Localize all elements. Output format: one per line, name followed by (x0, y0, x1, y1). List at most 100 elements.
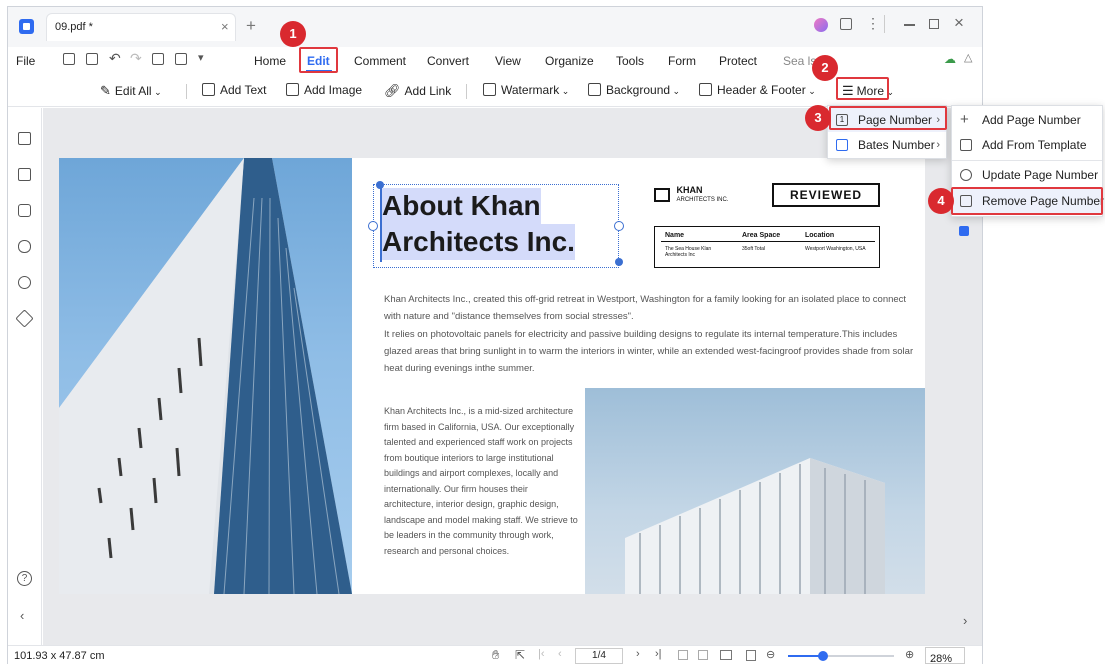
page-number-highlight (829, 106, 947, 130)
maximize-icon[interactable] (929, 19, 939, 29)
menu-view[interactable]: View (495, 54, 521, 68)
view-mode-icon[interactable] (720, 650, 732, 660)
message-icon[interactable] (840, 18, 852, 30)
collapse-sidebar-icon[interactable]: ‹ (20, 608, 24, 623)
watermark-icon (483, 83, 496, 96)
comment-icon[interactable] (18, 204, 31, 217)
khan-logo: KHAN ARCHITECTS INC. (654, 186, 729, 204)
select-tool-icon[interactable]: ⇱ (515, 648, 525, 662)
menu-protect[interactable]: Protect (719, 54, 757, 68)
pen-icon: ✎ (100, 83, 111, 98)
avatar[interactable] (814, 18, 828, 32)
selection-handle[interactable] (615, 258, 623, 266)
add-page-number-label: Add Page Number (982, 113, 1081, 127)
page-thumbnail-icon[interactable] (18, 132, 31, 145)
add-image-button[interactable]: Add Image (286, 83, 362, 97)
background-button[interactable]: Background ⌄ (588, 83, 680, 97)
email-icon[interactable] (175, 53, 187, 65)
redo-icon[interactable]: ↷ (130, 50, 142, 67)
add-text-label: Add Text (220, 83, 267, 97)
paragraph-2[interactable]: It relies on photovoltaic panels for ele… (384, 326, 919, 377)
menu-item-update-page-number[interactable]: Update Page Number (952, 163, 1102, 187)
step-badge-2: 2 (812, 55, 838, 81)
save-icon[interactable] (63, 53, 75, 65)
remove-page-number-highlight (951, 187, 1103, 215)
menu-form[interactable]: Form (668, 54, 696, 68)
watermark-button[interactable]: Watermark ⌄ (483, 83, 569, 97)
undo-icon[interactable]: ↶ (109, 50, 121, 67)
heading[interactable]: About Khan Architects Inc. (382, 188, 575, 260)
resize-handle-right[interactable] (614, 221, 624, 231)
building-photo-2 (585, 388, 925, 594)
paragraph-3[interactable]: Khan Architects Inc., is a mid-sized arc… (384, 404, 579, 559)
last-page-icon[interactable]: ›| (655, 648, 662, 660)
add-text-button[interactable]: Add Text (202, 83, 266, 97)
menu-organize[interactable]: Organize (545, 54, 594, 68)
bookmark-icon[interactable] (18, 168, 31, 181)
menu-item-bates-number[interactable]: Bates Number › (828, 133, 946, 157)
edit-indicator-icon (959, 226, 969, 236)
prev-page-icon[interactable]: ‹ (558, 648, 562, 660)
menu-item-add-from-template[interactable]: Add From Template (952, 133, 1102, 157)
menu-item-add-page-number[interactable]: + Add Page Number (952, 108, 1102, 132)
close-tab-icon[interactable]: × (221, 19, 229, 34)
heading-line-2: Architects Inc. (382, 224, 575, 260)
more-vertical-icon[interactable]: ⋮ (866, 15, 880, 32)
search-icon[interactable] (18, 276, 31, 289)
text-icon (202, 83, 215, 96)
plus-icon: + (960, 111, 969, 128)
collapse-ribbon-icon[interactable]: △ (964, 51, 972, 64)
paragraph-1[interactable]: Khan Architects Inc., created this off-g… (384, 291, 919, 325)
header-footer-button[interactable]: Header & Footer ⌄ (699, 83, 816, 97)
watermark-label: Watermark (501, 83, 560, 97)
zoom-out-icon[interactable]: ⊖ (766, 648, 775, 661)
zoom-level-select[interactable]: 28% ⌄ (925, 647, 965, 664)
menu-file[interactable]: File (16, 54, 35, 68)
first-page-icon[interactable]: |‹ (538, 648, 545, 660)
print-icon[interactable] (86, 53, 98, 65)
resize-handle-left[interactable] (368, 221, 378, 231)
pdf-page: About Khan Architects Inc. KHAN ARCHITECT… (59, 158, 925, 594)
edit-all-button[interactable]: ✎ Edit All ⌄ (100, 83, 162, 99)
layers-icon[interactable] (15, 309, 34, 328)
menu-tools[interactable]: Tools (616, 54, 644, 68)
background-icon (588, 83, 601, 96)
next-page-icon[interactable]: › (636, 648, 640, 660)
fit-page-icon[interactable] (746, 650, 756, 661)
tab-title: 09.pdf * (55, 21, 93, 33)
step-badge-1: 1 (280, 21, 306, 47)
zoom-slider-thumb[interactable] (818, 651, 828, 661)
table-rule (661, 241, 875, 242)
next-page-arrow-icon[interactable]: › (963, 613, 967, 628)
hand-tool-icon[interactable]: ✋︎ (492, 647, 499, 663)
two-page-icon[interactable] (698, 650, 708, 660)
menu-home[interactable]: Home (254, 54, 286, 68)
document-tab[interactable]: 09.pdf * × (46, 13, 236, 41)
help-icon[interactable]: ? (17, 571, 32, 586)
image-icon (286, 83, 299, 96)
customize-icon[interactable]: ▾ (198, 51, 204, 64)
header-footer-label: Header & Footer (717, 83, 806, 97)
add-link-button[interactable]: 🔗︎ Add Link (384, 83, 451, 99)
page-number-input[interactable]: 1/4 (575, 648, 623, 664)
menu-comment[interactable]: Comment (354, 54, 406, 68)
add-image-label: Add Image (304, 83, 363, 97)
table-header-name: Name (665, 232, 685, 239)
zoom-in-icon[interactable]: ⊕ (905, 648, 914, 661)
menu-convert[interactable]: Convert (427, 54, 469, 68)
zoom-slider-fill (788, 655, 822, 657)
heading-line-1: About Khan (382, 188, 541, 224)
status-bar: 101.93 x 47.87 cm ✋︎ ⇱ |‹ ‹ 1/4 › ›| ⊖ ⊕… (8, 645, 982, 664)
attachment-icon[interactable] (18, 240, 31, 253)
add-from-template-label: Add From Template (982, 138, 1087, 152)
table-cell-name: The Sea House Klan Architects Inc (665, 246, 712, 258)
single-page-icon[interactable] (678, 650, 688, 660)
background-label: Background (606, 83, 671, 97)
minimize-icon[interactable] (904, 24, 915, 26)
page-dimensions: 101.93 x 47.87 cm (14, 650, 105, 662)
close-window-icon[interactable]: × (954, 13, 964, 33)
table-header-location: Location (805, 232, 835, 239)
cloud-icon[interactable]: ☁ (944, 52, 956, 66)
share-icon[interactable] (152, 53, 164, 65)
new-tab-icon[interactable]: + (246, 16, 256, 36)
